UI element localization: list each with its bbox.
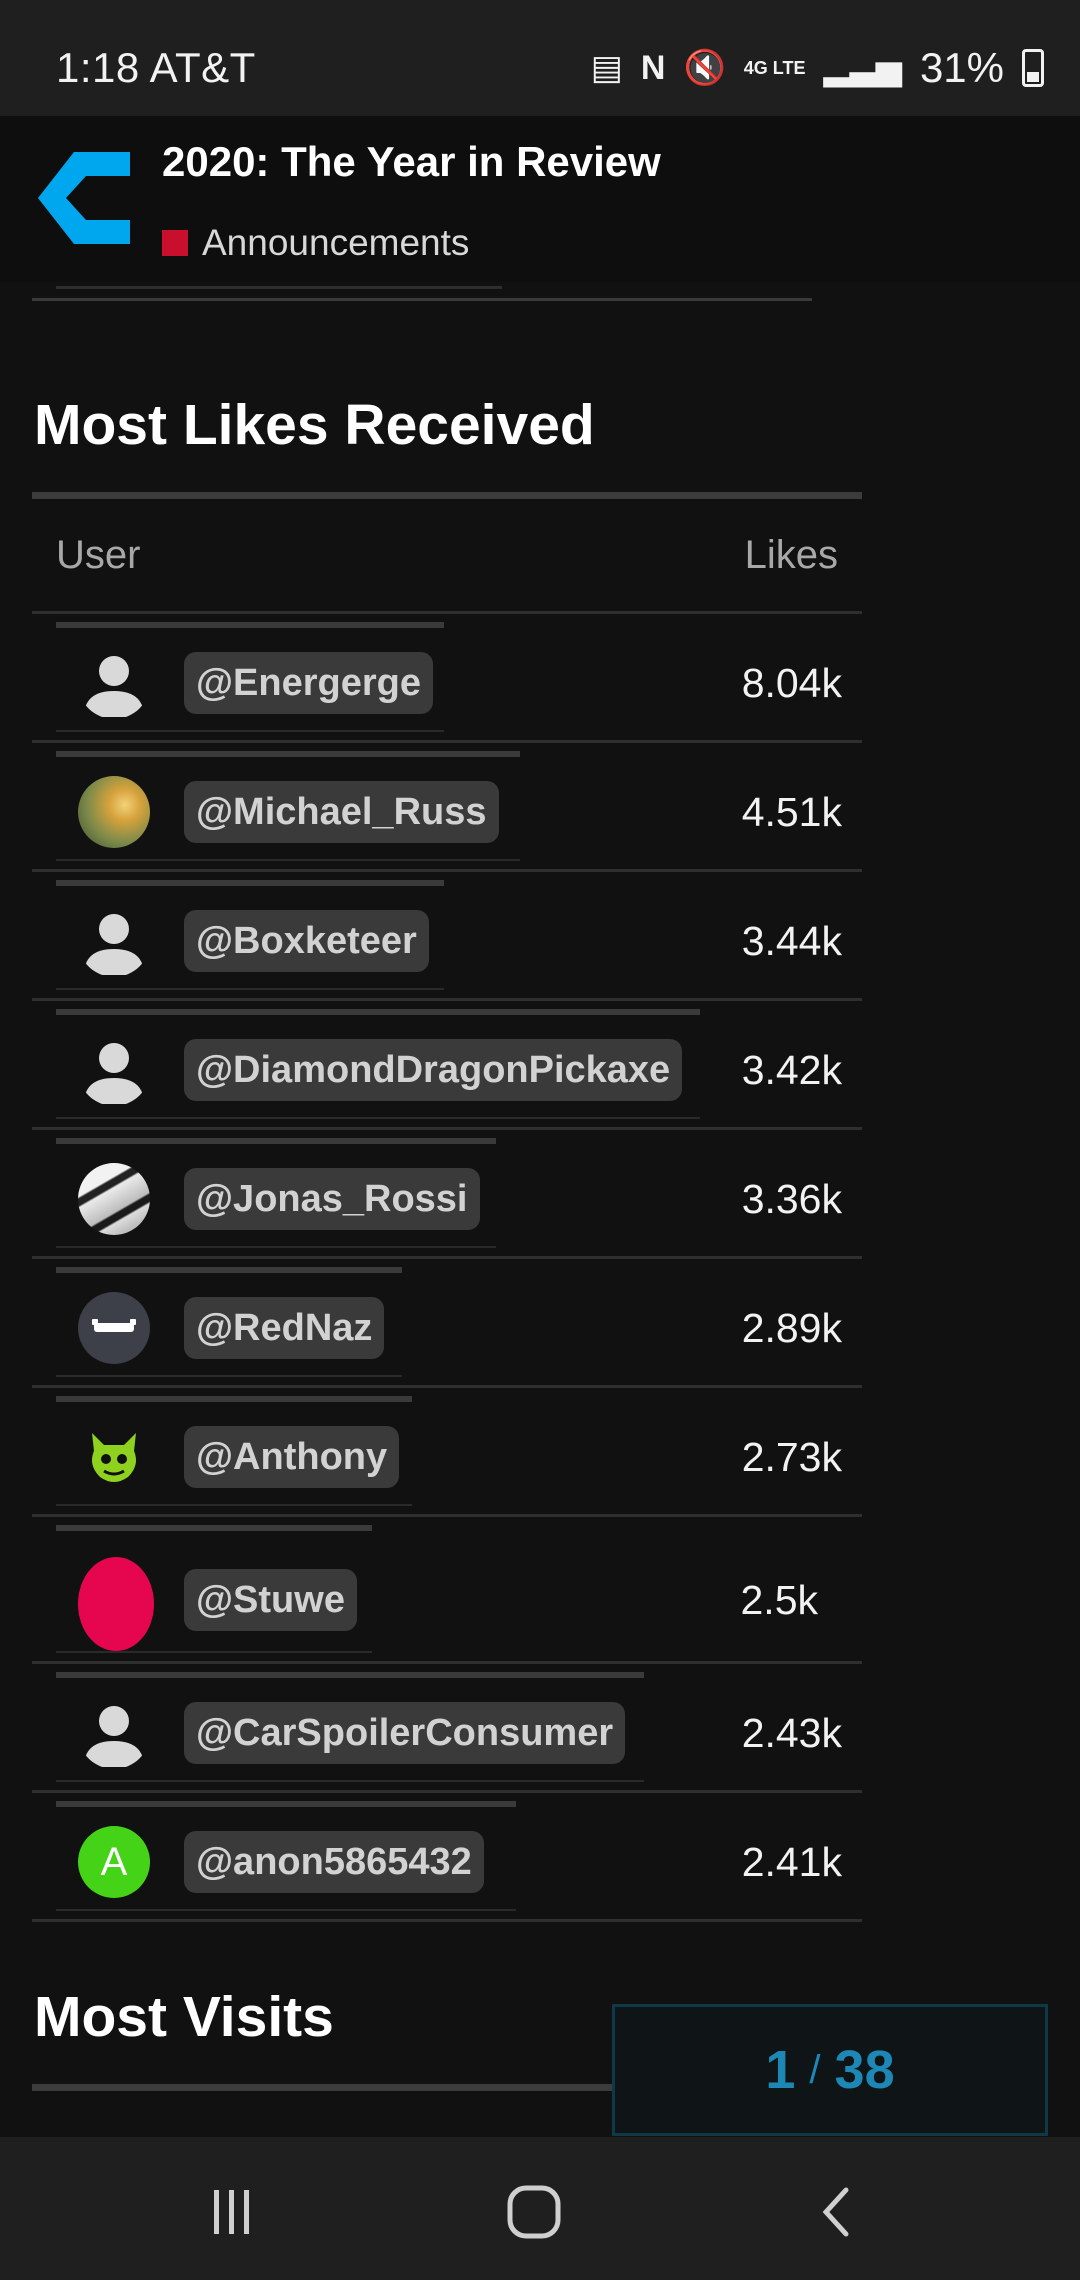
table-row: @CarSpoilerConsumer 2.43k [32,1664,862,1793]
username-link[interactable]: @Stuwe [184,1569,357,1631]
row-line [56,1267,402,1273]
post-progress-indicator[interactable]: 1 / 38 [612,2004,1048,2136]
progress-separator: / [809,2047,821,2092]
photo-avatar[interactable] [78,1163,150,1235]
table-row: @Energerge 8.04k [32,614,862,743]
row-line [56,988,444,990]
column-header-likes: Likes [744,533,838,577]
row-line [56,1117,700,1119]
username-link[interactable]: @CarSpoilerConsumer [184,1702,626,1764]
table-row: @Jonas_Rossi 3.36k [32,1130,862,1259]
table-row: @Michael_Russ 4.51k [32,743,862,872]
table-row: @Anthony 2.73k [32,1388,862,1517]
custom-avatar[interactable] [78,1421,150,1493]
clipboard-icon: ▤ [590,49,623,87]
likes-table: User Likes @Energerge 8.04k @Michael_Rus… [32,492,862,1922]
section-title-most-likes: Most Likes Received [34,393,595,457]
letter-avatar[interactable]: A [78,1826,150,1898]
column-header-user: User [56,533,141,577]
table-row: @DiamondDragonPickaxe 3.42k [32,1001,862,1130]
username-link[interactable]: @Michael_Russ [184,781,499,843]
likes-count: 2.73k [741,1434,842,1480]
username-link[interactable]: @Boxketeer [184,910,429,972]
recent-apps-icon [214,2190,249,2234]
table-row: @RedNaz 2.89k [32,1259,862,1388]
divider [56,286,502,289]
category-color-square [162,230,188,256]
username-link[interactable]: @Anthony [184,1426,400,1488]
status-time: 1:18 AT&T [56,44,256,91]
category-label: Announcements [202,222,470,263]
category-badge[interactable]: Announcements [162,222,469,264]
likes-count: 3.44k [741,918,842,964]
progress-total: 38 [834,2040,895,2100]
likes-count: 2.5k [740,1577,819,1623]
photo-avatar[interactable] [78,776,150,848]
back-button[interactable] [796,2177,876,2247]
divider [32,298,812,301]
row-line [56,859,520,861]
row-line [56,1651,372,1653]
username-link[interactable]: @Energerge [184,652,434,714]
table-header: User Likes [32,499,862,614]
row-line [56,1672,644,1678]
system-nav-bar [0,2137,1080,2280]
likes-count: 2.89k [741,1305,842,1351]
pink-avatar[interactable] [78,1557,154,1651]
signal-icon: ▂▃▅ [823,49,902,87]
row-line [56,1396,412,1402]
battery-icon [1022,49,1044,87]
default-user-icon[interactable] [78,647,150,719]
row-line [56,730,444,732]
custom-avatar[interactable] [78,1292,150,1364]
nfc-icon: N [640,49,666,87]
row-line [56,1780,644,1782]
recent-apps-button[interactable] [192,2177,272,2247]
table-row: A @anon5865432 2.41k [32,1793,862,1922]
username-link[interactable]: @DiamondDragonPickaxe [184,1039,683,1101]
section-title-most-visits: Most Visits [34,1985,334,2049]
topic-title[interactable]: 2020: The Year in Review [162,138,661,186]
default-user-icon[interactable] [78,1034,150,1106]
likes-count: 3.42k [741,1047,842,1093]
row-line [56,1525,372,1531]
battery-percent: 31% [919,44,1004,91]
likes-count: 2.41k [741,1839,842,1885]
row-line [56,1801,516,1807]
default-user-icon[interactable] [78,905,150,977]
username-link[interactable]: @anon5865432 [184,1831,484,1893]
row-line [56,751,520,757]
row-line [56,1246,496,1248]
mute-icon: 🔇 [683,49,726,87]
row-line [56,880,444,886]
row-line [56,622,444,628]
default-user-icon[interactable] [78,1697,150,1769]
row-line [56,1909,516,1911]
avatar-letter: A [100,1839,128,1884]
row-line [56,1375,402,1377]
topic-header: 2020: The Year in Review Announcements [0,116,1080,282]
network-lte-icon: 4G LTE [743,58,806,78]
table-top-border [32,2084,612,2091]
row-line [56,1009,700,1015]
table-top-border [32,492,862,499]
row-line [56,1504,412,1506]
likes-count: 8.04k [741,660,842,706]
home-button[interactable] [494,2177,574,2247]
table-row: @Stuwe 2.5k [32,1517,862,1664]
row-line [56,1138,496,1144]
progress-current: 1 [765,2040,796,2100]
likes-count: 4.51k [741,789,842,835]
status-bar: 1:18 AT&T ▤ N 🔇 4G LTE ▂▃▅ 31% [0,0,1080,116]
site-logo-icon[interactable] [32,144,130,252]
status-icons: ▤ N 🔇 4G LTE ▂▃▅ 31% [591,44,1044,92]
username-link[interactable]: @RedNaz [184,1297,385,1359]
username-link[interactable]: @Jonas_Rossi [184,1168,480,1230]
table-row: @Boxketeer 3.44k [32,872,862,1001]
home-icon [507,2185,561,2239]
likes-count: 2.43k [741,1710,842,1756]
likes-count: 3.36k [741,1176,842,1222]
back-icon [822,2187,849,2237]
